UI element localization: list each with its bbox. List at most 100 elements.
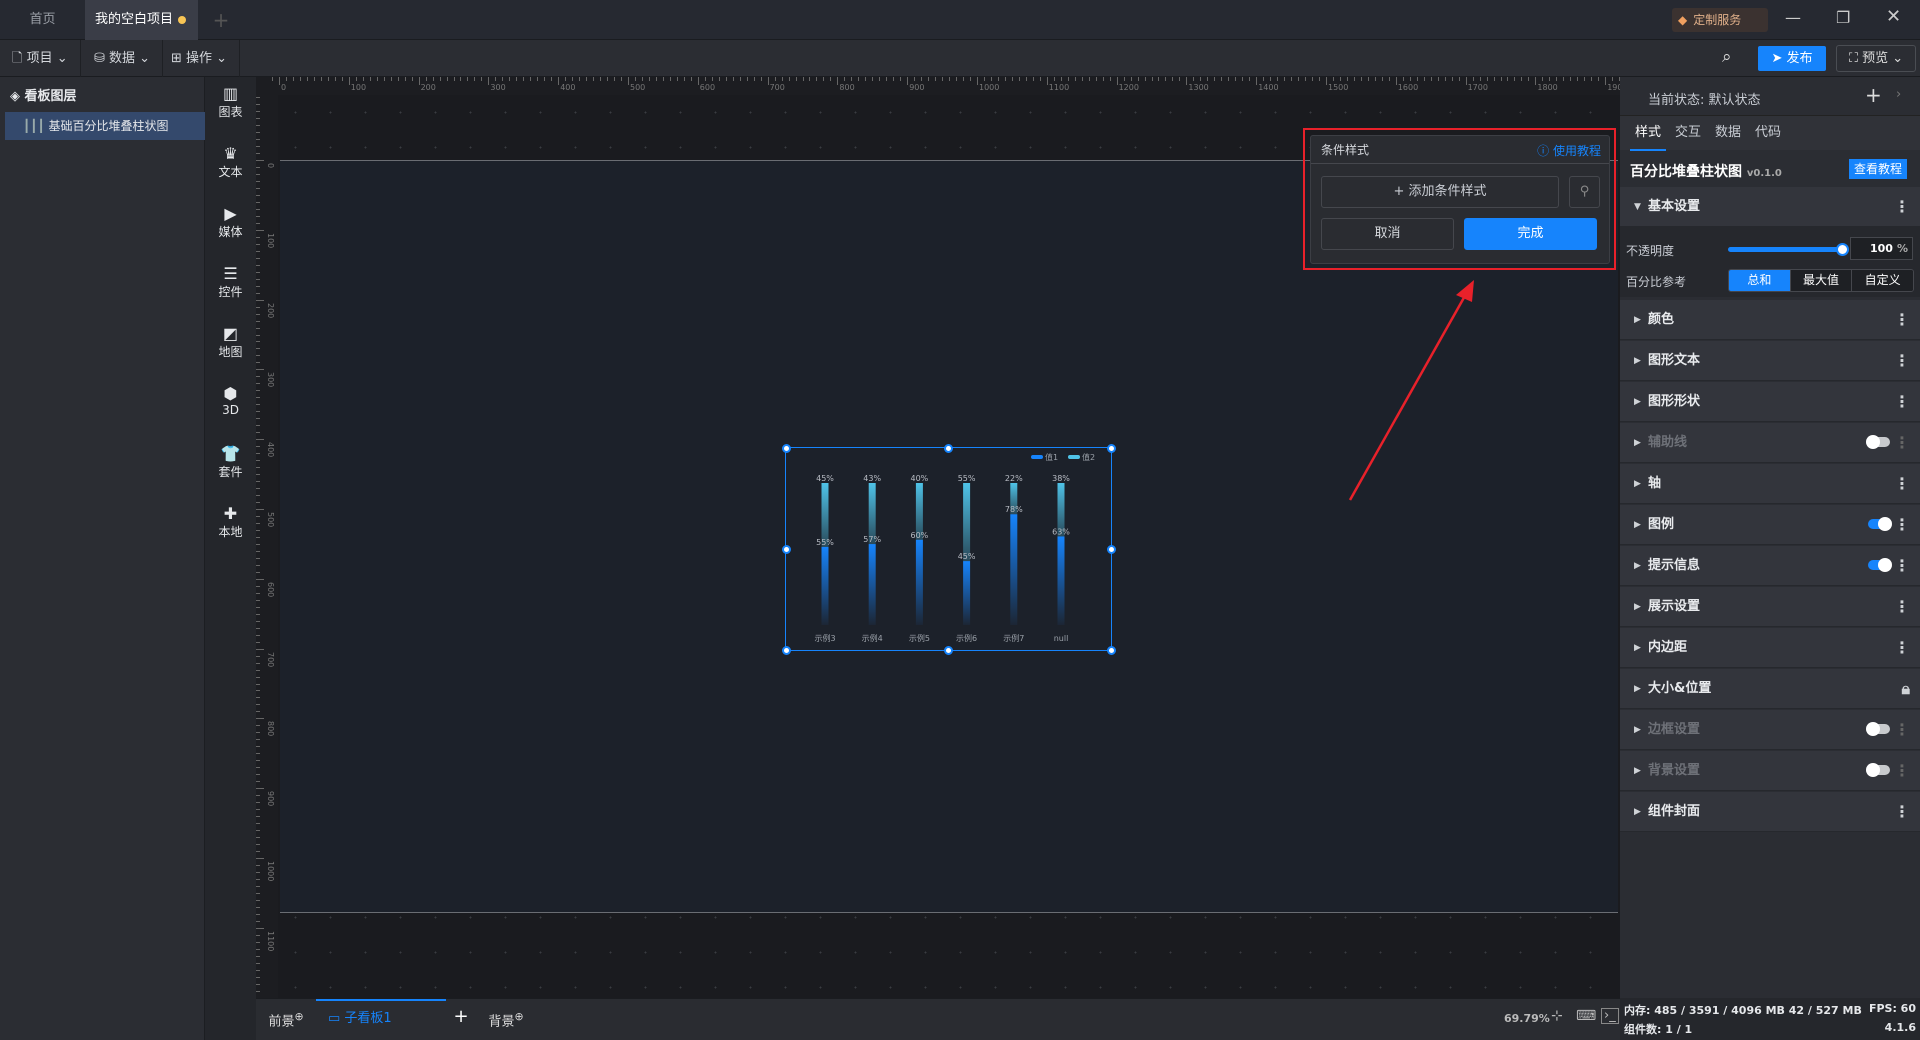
component-chart[interactable]: ▥ 图表 [205, 85, 256, 120]
section-toggle[interactable] [1868, 517, 1892, 531]
bar-value1[interactable] [821, 546, 828, 625]
resize-handle[interactable] [781, 544, 791, 554]
section-toggle[interactable] [1868, 558, 1892, 572]
tab-3[interactable]: 代码 [1750, 116, 1786, 151]
component-media[interactable]: ▶ 媒体 [205, 205, 256, 240]
publish-button[interactable]: ➤ 发布 [1758, 46, 1826, 71]
opacity-input[interactable]: 100% [1850, 237, 1913, 260]
ref-option-2[interactable]: 自定义 [1851, 270, 1913, 291]
search-icon[interactable]: ⌕ [1722, 47, 1732, 67]
component-3d[interactable]: ⬢ 3D [205, 385, 256, 418]
section-12[interactable]: ▶ 组件封面 ⋮ [1620, 792, 1920, 832]
component-local[interactable]: ✚ 本地 [205, 505, 256, 540]
tab-2[interactable]: 数据 [1710, 116, 1746, 151]
section-toggle[interactable] [1866, 722, 1890, 736]
add-state-button[interactable]: + [1865, 83, 1882, 107]
resize-handle[interactable] [1106, 645, 1116, 655]
more-icon[interactable]: ⋮ [1894, 505, 1910, 545]
more-icon[interactable]: ⋮ [1894, 792, 1910, 832]
resize-handle[interactable] [944, 645, 953, 655]
resize-handle[interactable] [781, 645, 791, 655]
more-icon[interactable]: ⋮ [1894, 751, 1910, 791]
section-6[interactable]: ▶ 提示信息 ⋮ [1620, 546, 1920, 586]
component-text[interactable]: ♛ 文本 [205, 145, 256, 180]
tab-home[interactable]: 首页 [0, 0, 85, 40]
more-icon[interactable]: ⋮ [1894, 423, 1910, 463]
lock-icon[interactable]: 🔒︎ [1901, 669, 1909, 709]
add-circle-icon[interactable]: ⊕ [514, 1010, 523, 1023]
more-icon[interactable]: ⋮ [1894, 464, 1910, 504]
layer-item[interactable]: ┃┃┃ 基础百分比堆叠柱状图 [5, 112, 205, 140]
section-3[interactable]: ▶ 辅助线 ⋮ [1620, 423, 1920, 463]
section-7[interactable]: ▶ 展示设置 ⋮ [1620, 587, 1920, 627]
bar-value2[interactable] [962, 482, 970, 561]
sub-board-tab[interactable]: ▭ 子看板1 [316, 999, 446, 1040]
more-icon[interactable]: ⋮ [1894, 628, 1910, 668]
more-icon[interactable]: ⋮ [1894, 382, 1910, 422]
opacity-slider[interactable] [1728, 243, 1849, 256]
close-button[interactable]: ✕ [1886, 6, 1901, 27]
background-tab[interactable]: 背景⊕ [476, 999, 536, 1040]
bar-value1[interactable] [1009, 513, 1017, 625]
section-2[interactable]: ▶ 图形形状 ⋮ [1620, 382, 1920, 422]
minimize-button[interactable]: — [1785, 8, 1801, 27]
legend-label[interactable]: 值1 [1045, 452, 1058, 462]
menu-data[interactable]: ⛁ 数据 ⌄ [82, 40, 164, 77]
section-basic[interactable]: ▼ 基本设置 ⋮ [1620, 187, 1920, 227]
tab-0[interactable]: 样式 [1630, 116, 1666, 151]
ruler-label: 1300 [1188, 83, 1209, 92]
section-4[interactable]: ▶ 轴 ⋮ [1620, 464, 1920, 504]
section-0[interactable]: ▶ 颜色 ⋮ [1620, 300, 1920, 340]
resize-handle[interactable] [1106, 443, 1116, 453]
bar-value1[interactable] [1057, 535, 1064, 625]
chart-widget[interactable]: 45% 55% 示例3 43% 57% 示例4 40% 60% 示例5 55% 45% 示例6 22% 7… [781, 443, 1116, 655]
component-control[interactable]: ☰ 控件 [205, 265, 256, 300]
keyboard-icon[interactable]: ⌨ [1576, 1008, 1596, 1024]
section-toggle[interactable] [1866, 763, 1890, 777]
more-icon[interactable]: ⋮ [1894, 187, 1910, 227]
component-kit[interactable]: 👕 套件 [205, 445, 256, 480]
restore-button[interactable]: ❐ [1836, 8, 1850, 27]
bar-value1[interactable] [915, 539, 923, 625]
tutorial-button[interactable]: 查看教程 [1849, 159, 1907, 179]
more-icon[interactable]: ⋮ [1894, 710, 1910, 750]
caret-right-icon: ▶ [1634, 725, 1641, 735]
tab-1[interactable]: 交互 [1670, 116, 1706, 151]
fit-screen-icon[interactable]: ⊹ [1551, 1008, 1563, 1024]
add-board-button[interactable]: + [446, 999, 476, 1040]
add-circle-icon[interactable]: ⊕ [294, 1010, 303, 1023]
tab-project[interactable]: 我的空白项目 [85, 0, 198, 40]
more-icon[interactable]: ⋮ [1894, 300, 1910, 340]
custom-service-button[interactable]: ◆ 定制服务 [1672, 8, 1768, 32]
zoom-level[interactable]: 69.79% [1504, 1012, 1550, 1025]
foreground-tab[interactable]: 前景⊕ [256, 999, 316, 1040]
section-8[interactable]: ▶ 内边距 ⋮ [1620, 628, 1920, 668]
resize-handle[interactable] [944, 443, 953, 453]
ruler-label: 600 [266, 581, 275, 598]
ref-option-1[interactable]: 最大值 [1789, 270, 1852, 291]
menu-project[interactable]: 🗋 项目 ⌄ [0, 40, 81, 77]
state-value[interactable]: 默认状态 [1709, 93, 1761, 108]
resize-handle[interactable] [1106, 544, 1116, 554]
preview-button[interactable]: ⛶ 预览 ⌄ [1836, 45, 1916, 72]
new-tab-button[interactable]: + [206, 0, 236, 40]
section-toggle[interactable] [1866, 435, 1890, 449]
section-11[interactable]: ▶ 背景设置 ⋮ [1620, 751, 1920, 791]
more-icon[interactable]: ⋮ [1894, 341, 1910, 381]
ref-option-0[interactable]: 总和 [1729, 270, 1790, 291]
chevron-right-icon[interactable]: › [1896, 87, 1901, 102]
legend-label[interactable]: 值2 [1082, 452, 1095, 462]
section-10[interactable]: ▶ 边框设置 ⋮ [1620, 710, 1920, 750]
menu-operate[interactable]: ⊞ 操作 ⌄ [159, 40, 241, 77]
bar-value1[interactable] [962, 560, 970, 625]
section-9[interactable]: ▶ 大小&位置 🔒︎ [1620, 669, 1920, 709]
section-1[interactable]: ▶ 图形文本 ⋮ [1620, 341, 1920, 381]
slider-handle[interactable] [1836, 243, 1849, 256]
component-map[interactable]: ◩ 地图 [205, 325, 256, 360]
resize-handle[interactable] [781, 443, 791, 453]
bar-value1[interactable] [868, 543, 876, 625]
more-icon[interactable]: ⋮ [1894, 587, 1910, 627]
terminal-icon[interactable]: ›_ [1601, 1008, 1619, 1024]
more-icon[interactable]: ⋮ [1894, 546, 1910, 586]
section-5[interactable]: ▶ 图例 ⋮ [1620, 505, 1920, 545]
